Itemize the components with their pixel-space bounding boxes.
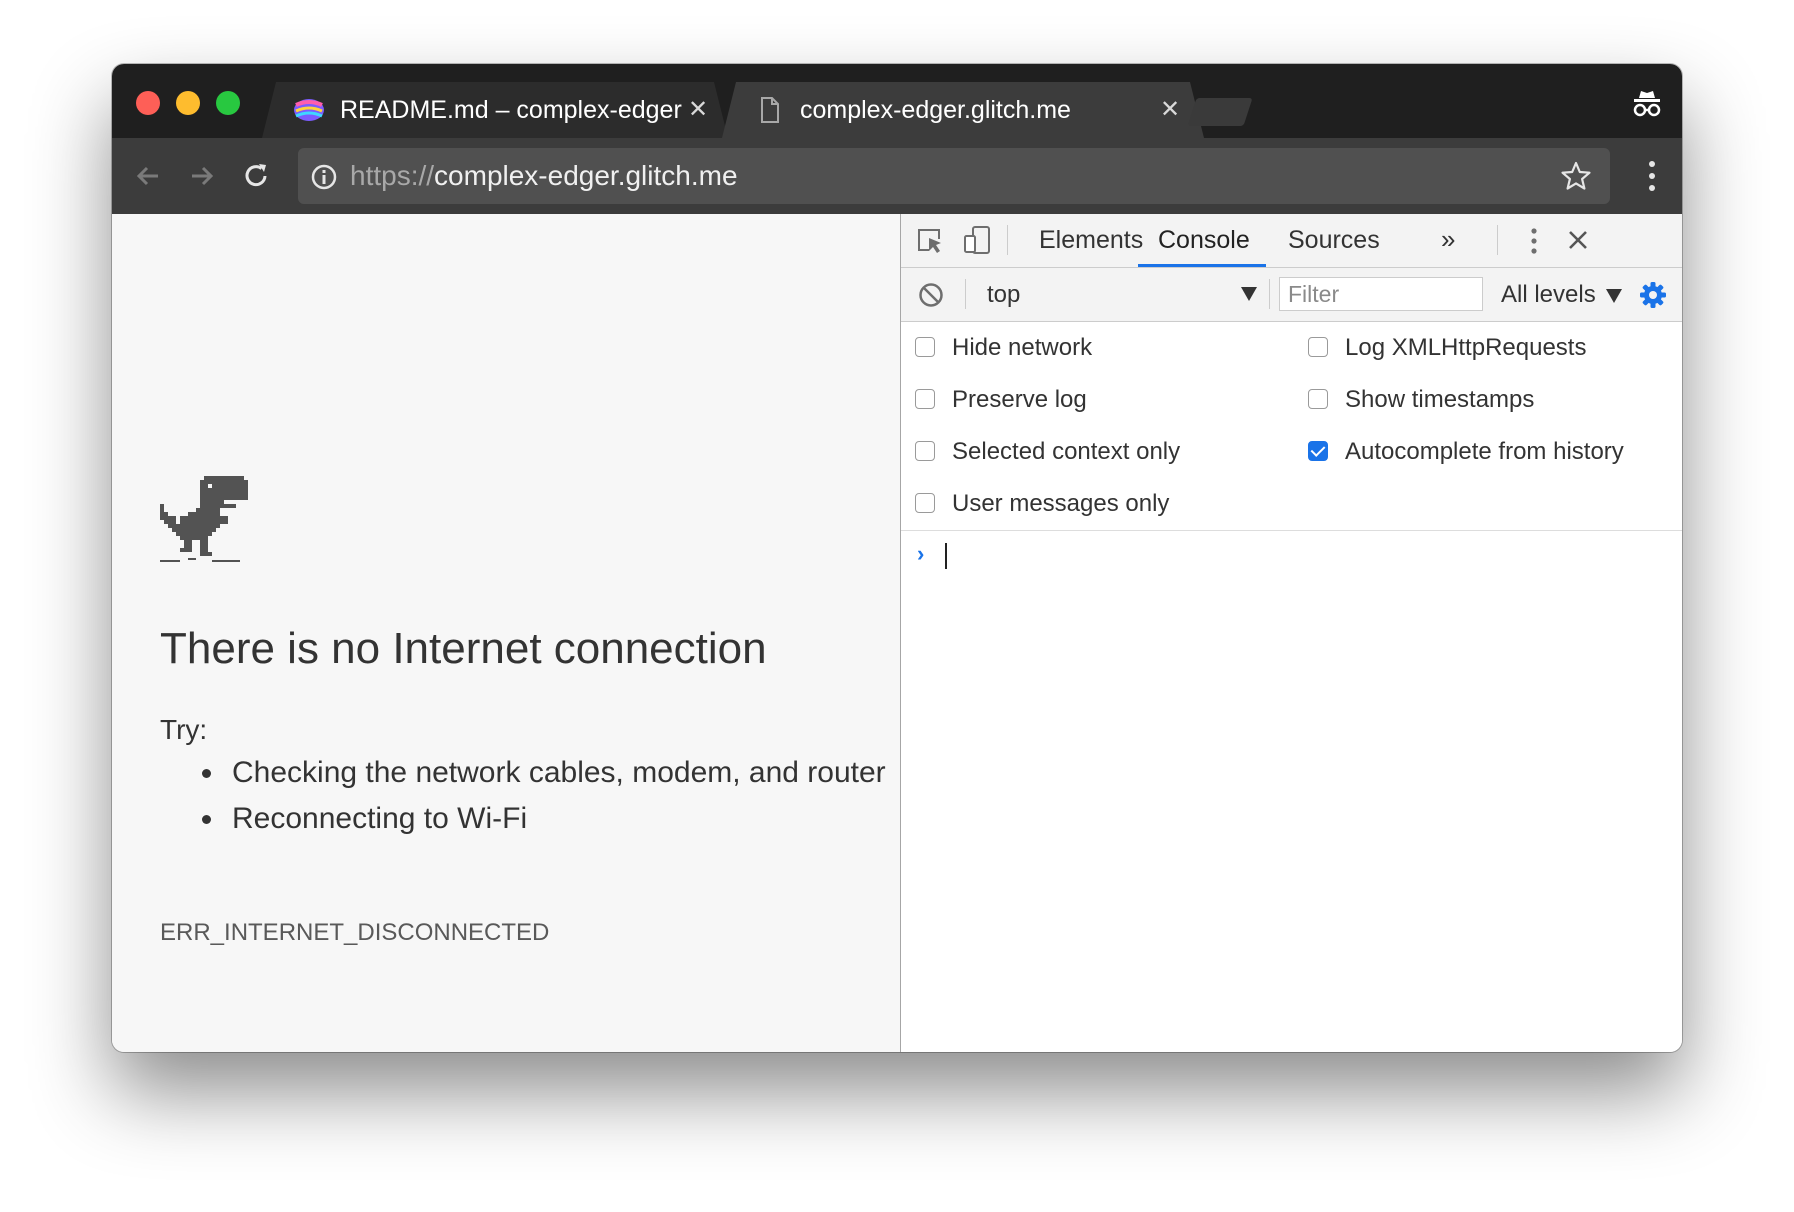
close-window-button[interactable]: [136, 91, 160, 115]
preserve-log-checkbox[interactable]: [915, 389, 935, 409]
list-item: Reconnecting to Wi-Fi: [202, 796, 952, 842]
option-label: User messages only: [952, 490, 1170, 517]
suggestions-list: Checking the network cables, modem, and …: [160, 750, 952, 842]
close-devtools-icon[interactable]: [1566, 228, 1590, 252]
url-text: https://complex-edger.glitch.me: [350, 148, 738, 204]
browser-toolbar: https://complex-edger.glitch.me: [112, 138, 1682, 214]
prompt-chevron-icon: ›: [917, 541, 925, 566]
divider: [1007, 225, 1008, 255]
clear-console-icon[interactable]: [918, 282, 944, 308]
selected-context-checkbox[interactable]: [915, 441, 935, 461]
option-label: Log XMLHttpRequests: [1345, 334, 1587, 361]
try-label: Try:: [160, 714, 208, 745]
option-label: Selected context only: [952, 438, 1181, 465]
option-label: Autocomplete from history: [1345, 438, 1624, 465]
browser-menu-icon[interactable]: [1642, 158, 1662, 194]
dinosaur-icon: [160, 476, 248, 562]
tab-complex-edger[interactable]: complex-edger.glitch.me ✕: [722, 82, 1204, 138]
reload-icon[interactable]: [240, 160, 272, 192]
chevron-down-icon: [1605, 288, 1622, 303]
bookmark-star-icon[interactable]: [1560, 160, 1592, 192]
inspect-element-icon[interactable]: [915, 226, 945, 256]
devtools-panel: Elements Console Sources » top Filter Al…: [901, 214, 1682, 1052]
error-title: There is no Internet connection: [160, 624, 767, 673]
hide-network-checkbox[interactable]: [915, 337, 935, 357]
device-toolbar-icon[interactable]: [961, 224, 993, 256]
user-messages-checkbox[interactable]: [915, 493, 935, 513]
document-icon: [752, 95, 786, 125]
close-tab-icon[interactable]: ✕: [688, 82, 708, 138]
url-scheme: https://: [350, 160, 435, 191]
autocomplete-checkbox[interactable]: [1308, 441, 1328, 461]
levels-value: All levels: [1501, 281, 1596, 308]
glitch-fish-icon: [292, 95, 326, 125]
tab-title: README.md – complex-edger: [340, 96, 682, 124]
tab-title: complex-edger.glitch.me: [800, 96, 1071, 124]
divider: [1497, 225, 1498, 255]
console-toolbar: top All levels: [901, 268, 1682, 322]
console-settings: Hide network Preserve log Selected conte…: [901, 322, 1682, 531]
option-label: Show timestamps: [1345, 386, 1535, 413]
option-label: Hide network: [952, 334, 1093, 361]
context-select[interactable]: top: [987, 277, 1257, 313]
log-levels-select[interactable]: All levels: [1501, 277, 1622, 313]
zoom-window-button[interactable]: [216, 91, 240, 115]
more-tabs-icon[interactable]: »: [1441, 224, 1455, 255]
address-bar[interactable]: https://complex-edger.glitch.me: [298, 148, 1610, 204]
offline-page: There is no Internet connection Try: Che…: [112, 214, 901, 1052]
option-label: Preserve log: [952, 386, 1087, 413]
forward-arrow-icon[interactable]: [186, 160, 218, 192]
back-arrow-icon[interactable]: [132, 160, 164, 192]
tab-readme[interactable]: README.md – complex-edger ✕: [262, 82, 728, 138]
new-tab-button[interactable]: [1187, 98, 1253, 126]
close-tab-icon[interactable]: ✕: [1160, 82, 1180, 138]
minimize-window-button[interactable]: [176, 91, 200, 115]
text-cursor: [945, 543, 947, 569]
chevron-down-icon: [1241, 287, 1257, 301]
incognito-icon: [1633, 91, 1661, 117]
browser-window: README.md – complex-edger ✕ complex-edge…: [112, 64, 1682, 1052]
divider: [965, 279, 966, 309]
error-code: ERR_INTERNET_DISCONNECTED: [160, 919, 550, 946]
url-host: complex-edger.glitch.me: [434, 160, 738, 191]
log-xhr-checkbox[interactable]: [1308, 337, 1328, 357]
filter-input[interactable]: [1279, 277, 1483, 311]
devtools-menu-icon[interactable]: [1529, 226, 1539, 256]
tab-console[interactable]: Console: [1138, 214, 1266, 267]
tab-sources[interactable]: Sources: [1268, 214, 1400, 267]
gear-icon[interactable]: [1639, 281, 1667, 309]
context-value: top: [987, 281, 1021, 308]
divider: [1269, 279, 1270, 309]
console-prompt[interactable]: ›: [901, 531, 1682, 1051]
show-timestamps-checkbox[interactable]: [1308, 389, 1328, 409]
list-item: Checking the network cables, modem, and …: [202, 750, 952, 796]
devtools-tabbar: Elements Console Sources »: [901, 214, 1682, 268]
title-bar: README.md – complex-edger ✕ complex-edge…: [112, 64, 1682, 138]
info-icon[interactable]: [310, 163, 338, 191]
